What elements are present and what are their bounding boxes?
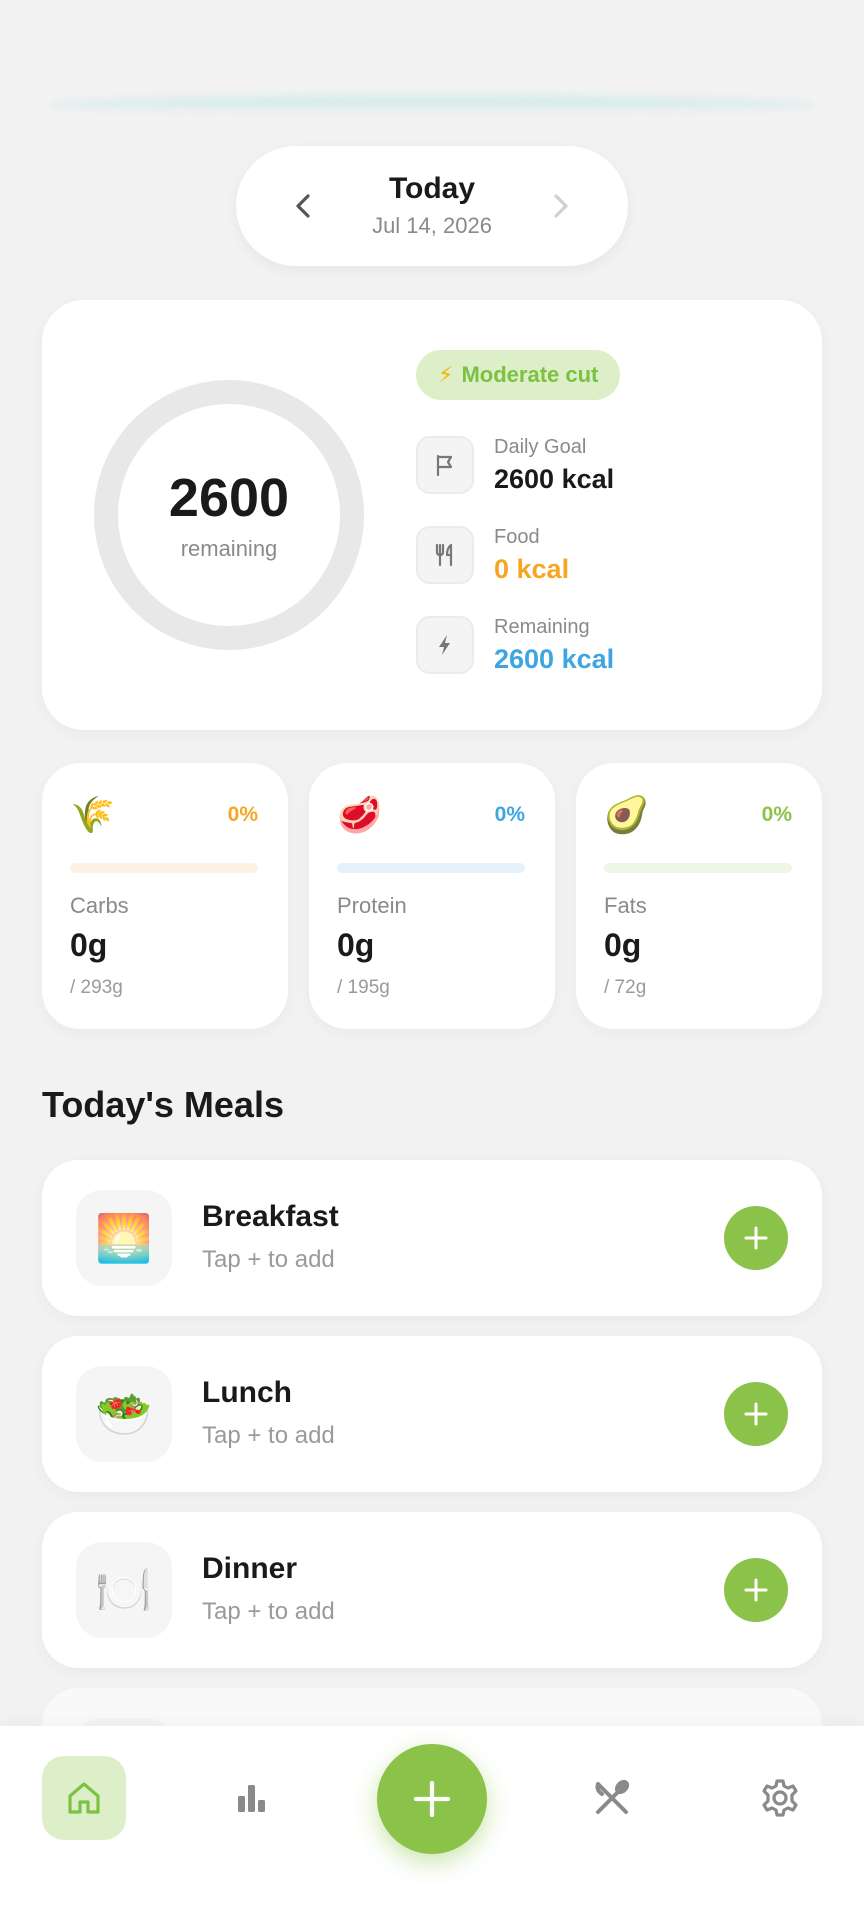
app-screen: Today Jul 14, 2026 2600 remaining ⚡ Mode… [0,0,864,1920]
meal-card-breakfast[interactable]: 🌅 Breakfast Tap + to add [42,1160,822,1316]
flag-icon [416,436,474,494]
home-icon [68,1782,100,1814]
avocado-icon: 🥑 [604,794,649,835]
macro-progress-bar [337,863,525,873]
meal-name: Lunch [202,1376,292,1409]
next-day-button[interactable] [548,193,574,219]
remaining-stat: Remaining 2600 kcal [416,614,614,676]
nav-home[interactable] [42,1756,126,1840]
date-label: Today Jul 14, 2026 [372,171,492,241]
lightning-icon: ⚡ [438,362,454,387]
add-food-fab[interactable] [377,1744,487,1854]
date-subtitle: Jul 14, 2026 [372,213,492,238]
meals-section-title: Today's Meals [42,1084,284,1125]
macro-name: Fats [604,893,647,918]
meat-icon: 🥩 [337,794,382,835]
calorie-summary-card: 2600 remaining ⚡ Moderate cut Daily Goal… [42,300,822,730]
top-glow [50,96,814,114]
food-stat: Food 0 kcal [416,524,569,586]
macro-name: Protein [337,893,407,918]
calorie-ring: 2600 remaining [94,380,364,650]
meal-hint: Tap + to add [202,1422,335,1449]
macro-progress-bar [70,863,258,873]
macro-percent: 0% [227,803,258,826]
macro-percent: 0% [761,803,792,826]
food-value: 0 kcal [494,554,570,584]
meal-name: Breakfast [202,1200,339,1233]
macro-value: 0g [337,927,375,963]
macro-card-fats[interactable]: 🥑 0% Fats 0g / 72g [576,763,822,1029]
add-breakfast-button[interactable] [724,1206,788,1270]
macro-goal: / 293g [70,977,123,998]
daily-goal-stat: Daily Goal 2600 kcal [416,434,614,496]
macro-value: 0g [70,927,108,963]
plus-icon [744,1402,768,1426]
macro-percent: 0% [494,803,525,826]
plus-icon [744,1578,768,1602]
daily-goal-value: 2600 kcal [494,464,615,494]
meal-name: Dinner [202,1552,298,1585]
settings-icon [762,1779,798,1817]
macro-goal: / 72g [604,977,647,998]
meal-card-lunch[interactable]: 🥗 Lunch Tap + to add [42,1336,822,1492]
plus-icon [744,1226,768,1250]
date-selector: Today Jul 14, 2026 [236,146,628,266]
nav-settings[interactable] [738,1756,822,1840]
chevron-right-icon [554,194,568,218]
prev-day-button[interactable] [290,193,316,219]
add-icon [413,1780,451,1818]
chevron-left-icon [296,194,310,218]
nav-stats[interactable] [209,1756,293,1840]
meal-card-dinner[interactable]: 🍽️ Dinner Tap + to add [42,1512,822,1668]
plate-icon: 🍽️ [76,1542,172,1638]
add-lunch-button[interactable] [724,1382,788,1446]
sunrise-icon: 🌅 [76,1190,172,1286]
goal-mode-badge: ⚡ Moderate cut [416,350,621,400]
macro-name: Carbs [70,893,129,918]
fork-knife-icon [416,526,474,584]
macro-card-carbs[interactable]: 🌾 0% Carbs 0g / 293g [42,763,288,1029]
remaining-label: Remaining [494,616,590,638]
macro-progress-bar [604,863,792,873]
date-title: Today [388,172,476,205]
salad-icon: 🥗 [76,1366,172,1462]
remaining-value: 2600 kcal [494,644,615,674]
ring-label: remaining [180,536,278,561]
meals-icon [595,1779,630,1814]
macro-card-protein[interactable]: 🥩 0% Protein 0g / 195g [309,763,555,1029]
bottom-navigation [0,1726,864,1920]
ring-value: 2600 [168,468,290,528]
meal-hint: Tap + to add [202,1246,335,1273]
meal-hint: Tap + to add [202,1598,335,1625]
macro-goal: / 195g [337,977,390,998]
wheat-icon: 🌾 [70,794,115,835]
daily-goal-label: Daily Goal [494,436,587,458]
macro-value: 0g [604,927,642,963]
food-label: Food [494,526,540,548]
badge-label: Moderate cut [461,362,599,387]
bolt-icon [416,616,474,674]
nav-meals[interactable] [570,1756,654,1840]
stats-icon [238,1785,265,1812]
add-dinner-button[interactable] [724,1558,788,1622]
